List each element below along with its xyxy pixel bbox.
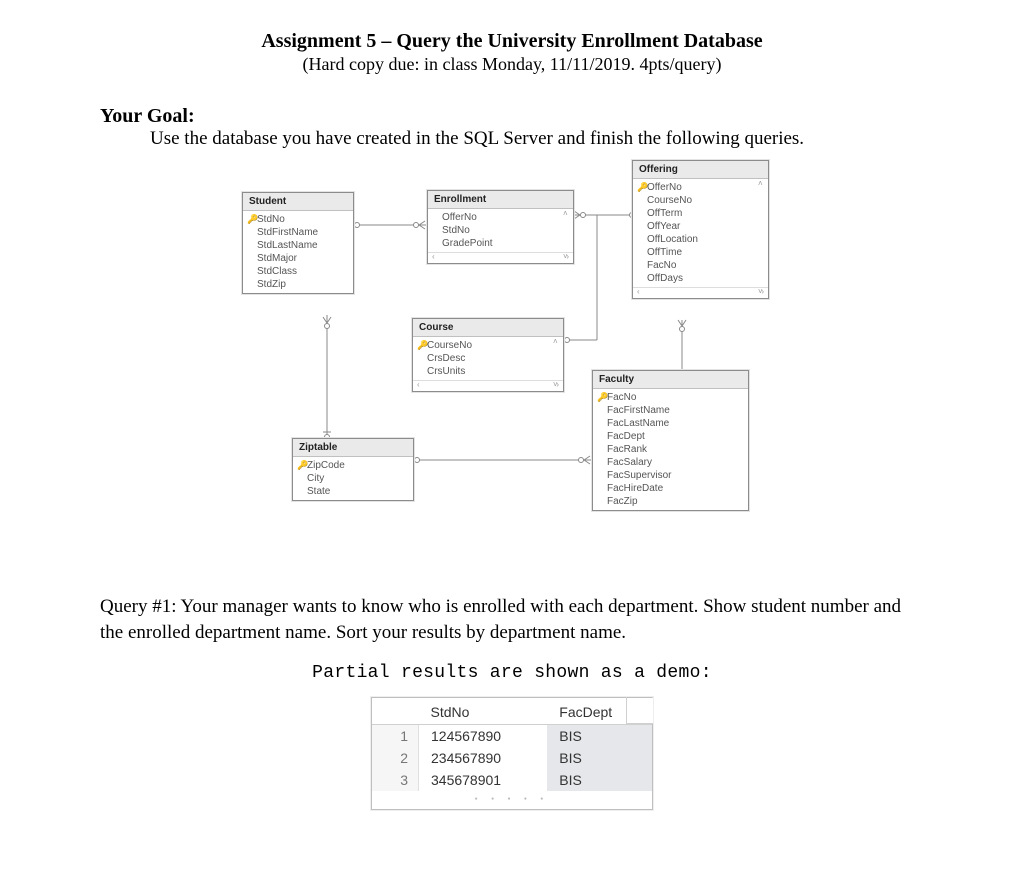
entity-title: Course [413,319,563,337]
entity-ziptable: Ziptable 🔑ZipCode City State [292,438,414,501]
field: StdClass [243,265,353,278]
field: OfferNo [647,182,682,193]
entity-offering: Offering 🔑OfferNo CourseNo OffTerm OffYe… [632,160,769,299]
field: FacNo [633,259,768,272]
table-row: 2 234567890 BIS [372,747,652,769]
er-diagram: Student 🔑StdNo StdFirstName StdLastName … [232,160,792,570]
row-number: 1 [372,725,419,748]
field: OffDays [633,272,768,285]
field: StdNo [428,224,573,237]
cell-facdept: BIS [547,747,652,769]
field: FacSalary [593,456,748,469]
title-main: Query the University Enrollment Database [396,30,762,52]
key-icon: 🔑 [417,340,426,351]
entity-title: Student [243,193,353,211]
row-number: 3 [372,769,419,791]
table-row: 1 124567890 BIS [372,725,652,748]
result-table: StdNo FacDept 1 124567890 BIS 2 23456789… [372,698,652,791]
truncation-icon [372,791,652,809]
scrollbar-icon: ˄˅ [563,209,571,261]
scrollbar-icon: ˄˅ [553,337,561,389]
entity-enrollment: Enrollment OfferNo StdNo GradePoint ˄˅ ‹… [427,190,574,264]
field: FacZip [593,495,748,508]
field: FacFirstName [593,404,748,417]
entity-title: Offering [633,161,768,179]
entity-student: Student 🔑StdNo StdFirstName StdLastName … [242,192,354,294]
cell-facdept: BIS [547,725,652,748]
hscrollbar-icon: ‹› [413,380,563,391]
entity-title: Ziptable [293,439,413,457]
query1-text: Query #1: Your manager wants to know who… [100,594,924,645]
entity-fields: 🔑StdNo StdFirstName StdLastName StdMajor… [243,211,353,293]
entity-faculty: Faculty 🔑FacNo FacFirstName FacLastName … [592,370,749,511]
field: OffTerm [633,207,768,220]
field: FacNo [607,392,636,403]
field: StdZip [243,278,353,291]
field: OfferNo [428,211,573,224]
key-icon: 🔑 [597,392,606,403]
field: ZipCode [307,460,345,471]
key-icon: 🔑 [297,460,306,471]
field: StdLastName [243,239,353,252]
page-subtitle: (Hard copy due: in class Monday, 11/11/2… [100,54,924,75]
field: FacRank [593,443,748,456]
cell-facdept: BIS [547,769,652,791]
page-title: Assignment 5 – Query the University Enro… [100,28,924,54]
field: FacSupervisor [593,469,748,482]
hscrollbar-icon: ‹› [633,287,768,298]
entity-course: Course 🔑CourseNo CrsDesc CrsUnits ˄˅ ‹› [412,318,564,392]
key-icon: 🔑 [247,214,256,225]
cell-stdno: 234567890 [419,747,548,769]
field: OffLocation [633,233,768,246]
field: FacLastName [593,417,748,430]
query1-result-sample: StdNo FacDept 1 124567890 BIS 2 23456789… [371,697,653,810]
entity-title: Enrollment [428,191,573,209]
key-icon: 🔑 [637,182,646,193]
cell-stdno: 124567890 [419,725,548,748]
field: FacHireDate [593,482,748,495]
scrollbar-icon: ˄˅ [758,179,766,296]
col-header-stdno: StdNo [419,698,548,725]
field: FacDept [593,430,748,443]
row-number: 2 [372,747,419,769]
field: StdFirstName [243,226,353,239]
title-prefix: Assignment 5 – [261,30,396,52]
field: CrsDesc [413,352,563,365]
document-page: Assignment 5 – Query the University Enro… [0,0,1024,850]
field: State [293,485,413,498]
query1-demo-label: Partial results are shown as a demo: [100,663,924,683]
field: CrsUnits [413,365,563,378]
field: GradePoint [428,237,573,250]
hscrollbar-icon: ‹› [428,252,573,263]
field: StdMajor [243,252,353,265]
field: CourseNo [427,340,472,351]
page-fold-icon [626,697,653,724]
table-row: 3 345678901 BIS [372,769,652,791]
goal-text: Use the database you have created in the… [150,128,924,150]
field: OffYear [633,220,768,233]
goal-heading: Your Goal: [100,105,924,128]
field: CourseNo [633,194,768,207]
field: OffTime [633,246,768,259]
field: StdNo [257,214,285,225]
cell-stdno: 345678901 [419,769,548,791]
field: City [293,472,413,485]
entity-title: Faculty [593,371,748,389]
col-header-rownum [372,698,419,725]
